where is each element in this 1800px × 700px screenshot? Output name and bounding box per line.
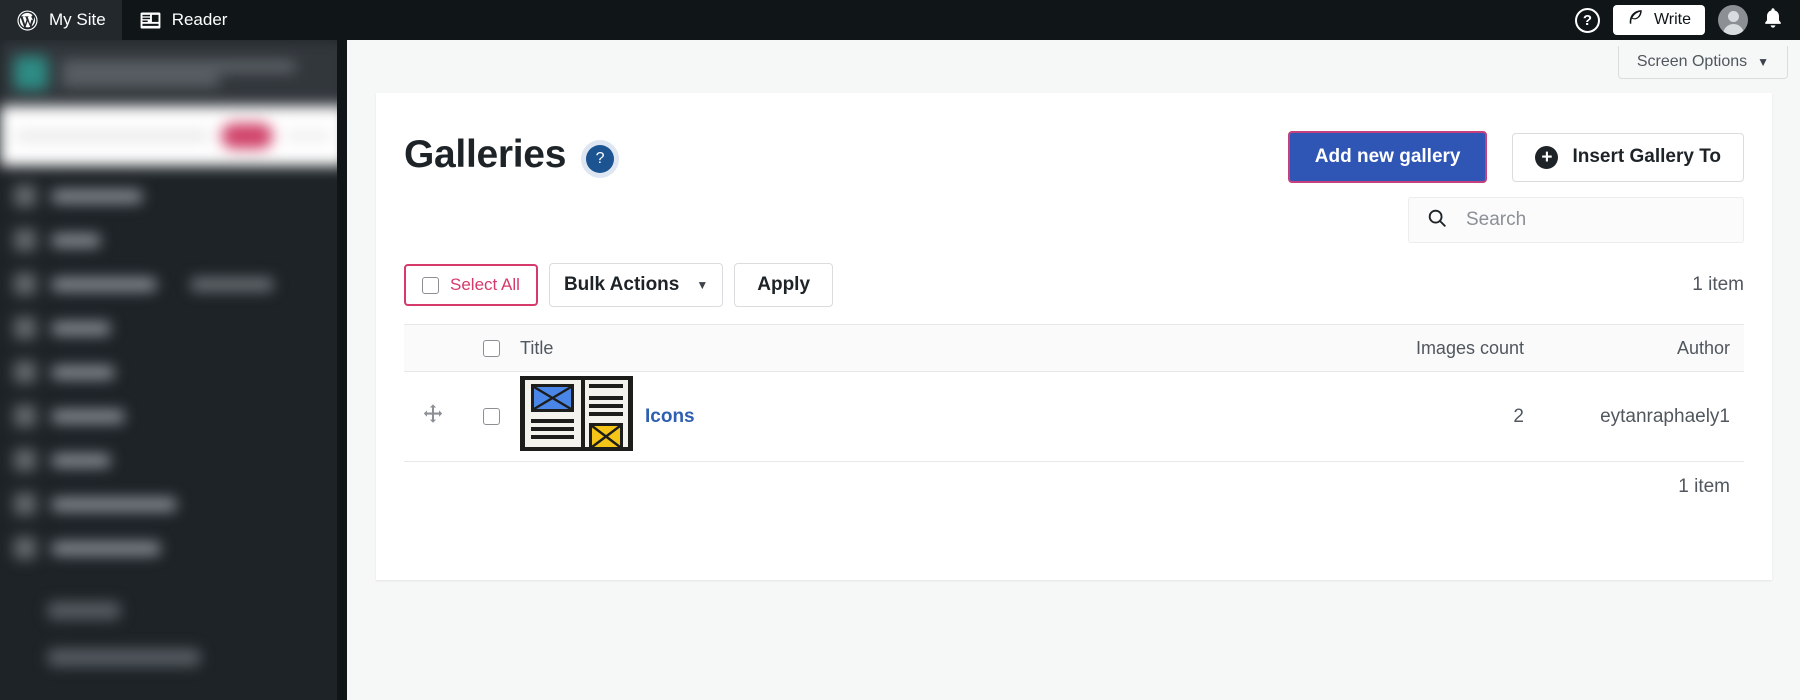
masthead-reader[interactable]: Reader (122, 0, 246, 40)
row-drag-col (404, 403, 462, 431)
upgrade-tail (285, 130, 331, 142)
sidebar-item[interactable] (0, 438, 347, 482)
screen-options-label: Screen Options (1636, 53, 1748, 70)
sidebar-item[interactable] (0, 482, 347, 526)
item-count-bottom: 1 item (1678, 476, 1730, 497)
sidebar-edge (337, 40, 347, 700)
table-header-row: Title Images count Author (404, 325, 1744, 372)
search-box[interactable] (1408, 197, 1744, 243)
page-title: Galleries (404, 133, 567, 176)
upgrade-text (16, 130, 209, 142)
help-icon[interactable]: ? (1574, 7, 1600, 33)
sidebar-item[interactable] (0, 174, 347, 218)
row-checkbox[interactable] (482, 408, 500, 425)
sidebar-item[interactable] (0, 526, 347, 570)
bulk-actions-select[interactable]: Bulk Actions ▼ (548, 263, 724, 307)
site-avatar (14, 56, 48, 90)
bell-icon[interactable] (1761, 6, 1785, 35)
header-images-count: Images count (1415, 337, 1524, 358)
admin-sidebar[interactable] (0, 40, 347, 700)
reader-icon (140, 11, 161, 29)
move-handle-icon[interactable] (422, 403, 444, 431)
table-row[interactable]: Icons 2 eytanraphaely1 (404, 372, 1744, 462)
select-all-checkbox[interactable] (422, 276, 439, 294)
galleries-table: Title Images count Author Icons 2 eytanr… (404, 324, 1744, 462)
select-all-button[interactable]: Select All (404, 264, 538, 306)
upgrade-badge (221, 123, 273, 149)
sidebar-blurred-content (0, 40, 347, 700)
my-site-label: My Site (49, 10, 106, 29)
sidebar-item[interactable] (0, 306, 347, 350)
sidebar-menu (0, 166, 347, 570)
main-content: Screen Options ▼ Galleries ? Add new gal… (347, 40, 1800, 700)
sidebar-item[interactable] (0, 218, 347, 262)
sidebar-item[interactable] (0, 350, 347, 394)
galleries-card: Galleries ? Add new gallery + Insert Gal… (376, 93, 1772, 580)
gallery-title-link[interactable]: Icons (645, 406, 695, 428)
row-images-count: 2 (1513, 405, 1524, 427)
row-title-col: Icons (520, 376, 1324, 457)
select-all-rows-checkbox[interactable] (482, 339, 500, 357)
masthead: My Site Reader ? Write (0, 0, 1800, 40)
pencil-icon (1627, 8, 1646, 32)
row-checkbox-col (462, 408, 520, 425)
bulk-actions-label: Bulk Actions (563, 274, 680, 295)
search-icon (1426, 207, 1448, 234)
masthead-actions: ? Write (1574, 0, 1800, 40)
bulk-actions-row: Select All Bulk Actions ▼ Apply 1 item (376, 243, 1772, 307)
reader-label: Reader (171, 10, 228, 29)
card-header: Galleries ? Add new gallery + Insert Gal… (376, 93, 1772, 183)
sidebar-footer (0, 588, 347, 700)
site-title-lines (62, 57, 333, 90)
sidebar-site-header[interactable] (0, 40, 347, 106)
header-checkbox-col (462, 339, 520, 357)
search-input[interactable] (1464, 208, 1726, 232)
apply-button[interactable]: Apply (734, 263, 834, 307)
insert-gallery-label: Insert Gallery To (1572, 146, 1721, 167)
item-count-top: 1 item (1692, 274, 1744, 295)
page-help-icon[interactable]: ? (586, 145, 615, 173)
masthead-my-site[interactable]: My Site (0, 0, 122, 40)
wordpress-logo-icon (16, 9, 39, 32)
chevron-down-icon: ▼ (696, 278, 709, 292)
masthead-spacer (245, 0, 1575, 40)
screen-options-row: Screen Options ▼ (347, 40, 1800, 79)
header-author: Author (1676, 337, 1730, 358)
item-count-bottom-row: 1 item (376, 462, 1772, 498)
screen-options-button[interactable]: Screen Options ▼ (1617, 46, 1788, 79)
write-button[interactable]: Write (1612, 5, 1705, 35)
newspaper-article-icon (520, 376, 633, 457)
sidebar-upgrade-row[interactable] (0, 106, 347, 166)
write-label: Write (1653, 11, 1691, 28)
add-new-gallery-button[interactable]: Add new gallery (1287, 131, 1488, 183)
header-title: Title (520, 337, 554, 358)
insert-gallery-to-button[interactable]: + Insert Gallery To (1512, 132, 1744, 182)
chevron-down-icon: ▼ (1757, 55, 1769, 69)
search-row (376, 183, 1772, 243)
sidebar-item[interactable] (0, 262, 347, 306)
select-all-label: Select All (450, 275, 520, 294)
user-avatar[interactable] (1718, 5, 1748, 35)
row-author: eytanraphaely1 (1600, 405, 1730, 427)
sidebar-item[interactable] (0, 394, 347, 438)
plus-circle-icon: + (1535, 145, 1559, 169)
